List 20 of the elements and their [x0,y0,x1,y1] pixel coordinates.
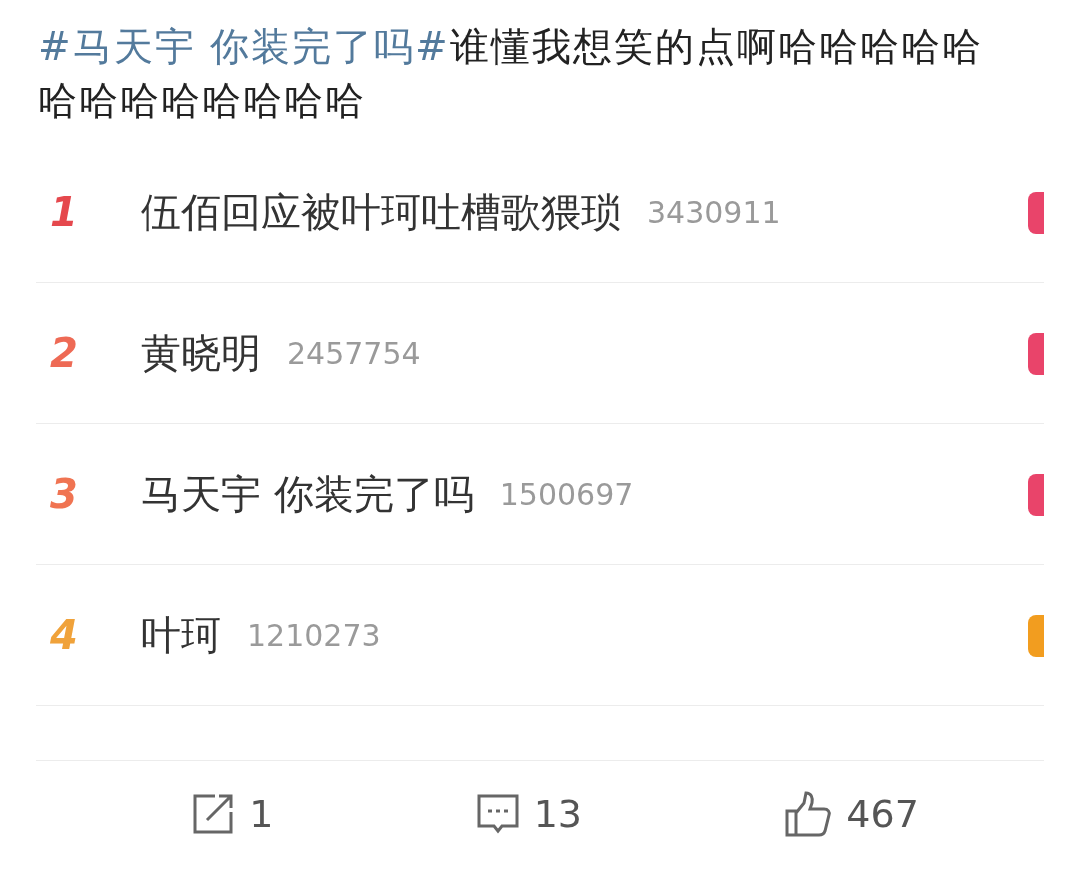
topic-title[interactable]: 伍佰回应被叶珂吐槽歌猥琐 [141,184,621,240]
post-text: #马天宇 你装完了吗#谁懂我想笑的点啊哈哈哈哈哈哈哈哈哈哈哈哈哈 [37,23,984,125]
topic-title[interactable]: 马天宇 你装完了吗 [141,466,474,522]
rank-number: 4 [49,612,79,658]
share-icon [191,792,236,836]
topic-title[interactable]: 叶珂 [141,607,221,663]
like-button[interactable]: 467 [784,791,919,837]
rank-number: 2 [49,330,79,376]
topic-title[interactable]: 黄晓明 [141,325,261,381]
heat-count: 2457754 [287,335,421,371]
comment-icon [475,792,520,836]
comment-button[interactable]: 13 [475,791,582,837]
thumbs-up-icon [784,791,833,837]
heat-count: 1500697 [499,476,634,512]
heat-count: 3430911 [647,194,781,230]
share-button[interactable]: 1 [191,791,274,837]
heat-count: 1210273 [247,617,381,653]
rank-number: 1 [49,189,79,235]
hashtag-link[interactable]: #马天宇 你装完了吗# [38,24,450,69]
rank-number: 3 [49,471,79,517]
